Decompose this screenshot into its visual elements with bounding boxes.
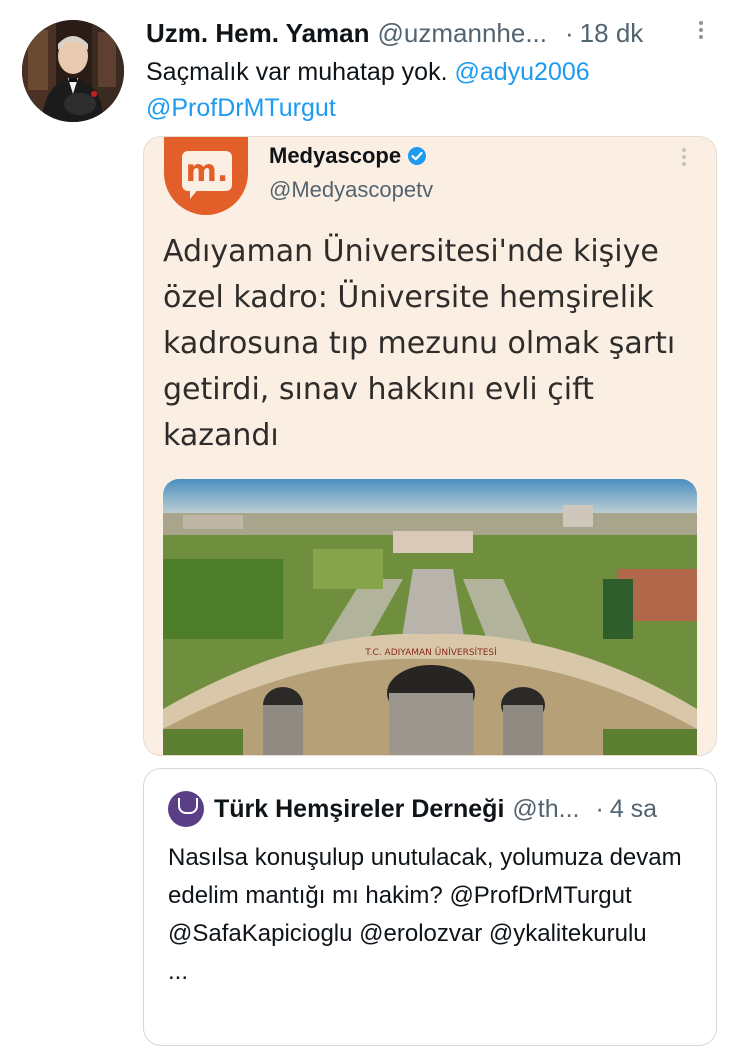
tweet-text: Saçmalık var muhatap yok. @adyu2006 @Pro… [146, 54, 706, 126]
quoted-tweet-text: Nasılsa konuşulup unutulacak, yolumuza d… [168, 839, 708, 991]
author-handle[interactable]: @uzmannhe... [378, 18, 547, 49]
campus-photo: T.C. ADIYAMAN ÜNİVERSİTESİ [163, 479, 697, 755]
mention-link[interactable]: @ProfDrMTurgut [146, 94, 336, 122]
tweet-time[interactable]: 18 dk [580, 18, 644, 49]
campus-sign-text: T.C. ADIYAMAN ÜNİVERSİTESİ [364, 647, 497, 658]
verified-badge-icon [408, 147, 427, 165]
quoted-tweet[interactable]: Türk Hemşireler Derneği @th... · 4 sa Na… [143, 768, 717, 1046]
card-more-icon [678, 145, 690, 173]
quoted-tweet-time: 4 sa [609, 794, 658, 823]
mention-link[interactable]: @adyu2006 [454, 58, 589, 86]
card-author-name-row: Medyascope [269, 143, 427, 169]
embedded-image-card[interactable]: m. Medyascope @Medyascopetv Adıyaman Üni… [143, 136, 717, 756]
quoted-author-name: Türk Hemşireler Derneği [214, 794, 505, 823]
card-headline: Adıyaman Üniversitesi'nde kişiye özel ka… [163, 234, 676, 453]
tweet-body: Saçmalık var muhatap yok. [146, 58, 455, 86]
author-avatar-image [22, 20, 124, 122]
card-author-name: Medyascope [269, 143, 402, 168]
card-author-handle: @Medyascopetv [269, 177, 434, 202]
author-name[interactable]: Uzm. Hem. Yaman [146, 18, 370, 49]
quoted-handle-ellipsis: ... [558, 794, 580, 823]
quoted-tweet-body: Nasılsa konuşulup unutulacak, yolumuza d… [168, 844, 682, 947]
separator-dot: · [565, 17, 574, 48]
quoted-tweet-header: Türk Hemşireler Derneği @th... · 4 sa [214, 791, 704, 827]
tweet-header: Uzm. Hem. Yaman @uzmannhe... · 18 dk [146, 16, 706, 50]
logo-letter: m. [182, 151, 232, 191]
separator-dot: · [595, 794, 604, 823]
medyascope-logo: m. [164, 137, 248, 215]
quoted-author-handle: @th [512, 794, 559, 823]
author-avatar[interactable] [22, 20, 124, 122]
campus-aerial-image: T.C. ADIYAMAN ÜNİVERSİTESİ [163, 479, 697, 755]
quoted-tweet-truncation: ... [168, 958, 189, 985]
quoted-author-avatar [168, 791, 204, 827]
more-options-icon[interactable] [694, 18, 708, 46]
